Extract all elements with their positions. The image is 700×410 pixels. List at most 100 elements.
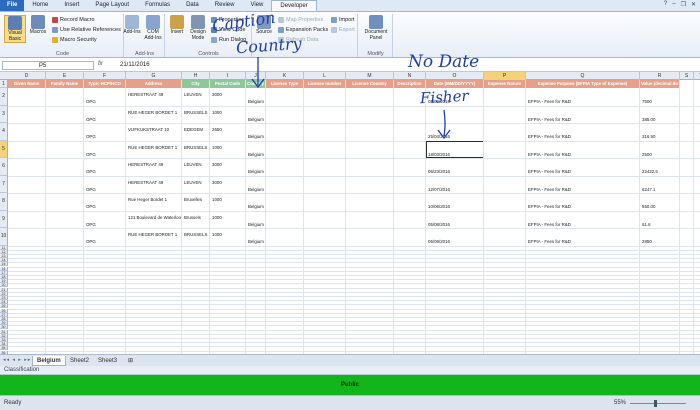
table-cell[interactable]: Brussels: [184, 215, 209, 220]
name-box[interactable]: P5: [2, 61, 94, 70]
table-cell[interactable]: 1000: [212, 232, 245, 237]
row-header[interactable]: 10: [0, 228, 8, 246]
map-properties-button[interactable]: Map Properties: [278, 17, 323, 23]
table-cell[interactable]: EFPIA - Fees for R&D: [528, 187, 639, 192]
table-cell[interactable]: 2650: [212, 127, 245, 132]
table-cell[interactable]: OPG: [86, 117, 125, 122]
header-cell[interactable]: Expense Purpose (EFPIA Type of Expense): [526, 80, 640, 88]
fx-icon[interactable]: fx: [98, 61, 103, 67]
table-cell[interactable]: RUE HEGER BORDET 1: [128, 110, 181, 115]
header-cell[interactable]: Postal Code: [210, 80, 246, 88]
table-cell[interactable]: HERESTRAAT 49: [128, 180, 181, 185]
table-cell[interactable]: 2500: [642, 152, 679, 157]
header-cell[interactable]: License Country: [346, 80, 394, 88]
column-header-m[interactable]: M: [346, 72, 394, 80]
help-icon[interactable]: ?: [664, 1, 667, 8]
column-header-p[interactable]: P: [484, 72, 526, 80]
column-header-o[interactable]: O: [426, 72, 484, 80]
table-cell[interactable]: Belgium: [248, 204, 265, 209]
header-cell[interactable]: Description: [394, 80, 426, 88]
column-header-e[interactable]: E: [46, 72, 84, 80]
header-cell[interactable]: License number: [304, 80, 346, 88]
row-header[interactable]: 3: [0, 105, 8, 123]
table-cell[interactable]: VIJFKUKSTRAAT 10: [128, 127, 181, 132]
table-cell[interactable]: Belgium: [248, 239, 265, 244]
table-cell[interactable]: OPG: [86, 222, 125, 227]
row-header[interactable]: 7: [0, 175, 8, 193]
table-cell[interactable]: RUE HEGER BORDET 1: [128, 232, 181, 237]
table-cell[interactable]: Belgium: [248, 117, 265, 122]
table-cell[interactable]: 61.6: [642, 222, 679, 227]
table-cell[interactable]: 1000: [212, 145, 245, 150]
tab-data[interactable]: Data: [178, 0, 207, 11]
table-cell[interactable]: 3000: [212, 180, 245, 185]
row-header[interactable]: 9: [0, 210, 8, 228]
table-cell[interactable]: 121 Boulevard de Waterloo: [128, 215, 181, 220]
table-cell[interactable]: EFPIA - Fees for R&D: [528, 222, 639, 227]
header-cell[interactable]: Value (decimal do: [640, 80, 680, 88]
column-header-k[interactable]: K: [266, 72, 304, 80]
table-cell[interactable]: Belgium: [248, 222, 265, 227]
table-cell[interactable]: 316.50: [642, 134, 679, 139]
column-header-f[interactable]: F: [84, 72, 126, 80]
close-icon[interactable]: ✕: [691, 1, 696, 8]
header-cell[interactable]: City: [182, 80, 210, 88]
expansion-packs-button[interactable]: Expansion Packs: [278, 27, 328, 33]
column-header-q[interactable]: Q: [526, 72, 640, 80]
export-button[interactable]: Export: [331, 27, 355, 33]
header-cell[interactable]: Expense Nature: [484, 80, 526, 88]
sheet-nav-arrows[interactable]: ◂◂ ◂ ▸ ▸▸: [3, 357, 31, 363]
new-sheet-icon[interactable]: ⊞: [124, 356, 137, 366]
table-cell[interactable]: HERESTRAAT 49: [128, 162, 181, 167]
table-cell[interactable]: EDEGEM: [184, 127, 209, 132]
table-cell[interactable]: 385.00: [642, 117, 679, 122]
column-header-d[interactable]: D: [8, 72, 46, 80]
table-cell[interactable]: OPG: [86, 187, 125, 192]
table-cell[interactable]: 05/08/2016: [428, 222, 483, 227]
tab-review[interactable]: Review: [207, 0, 243, 11]
record-macro-button[interactable]: Record Macro: [52, 17, 95, 23]
row-header[interactable]: 1: [0, 80, 8, 88]
table-cell[interactable]: 10/06/2016: [428, 204, 483, 209]
table-cell[interactable]: OPG: [86, 239, 125, 244]
tab-file[interactable]: File: [0, 0, 25, 11]
table-cell[interactable]: 3000: [212, 92, 245, 97]
table-cell[interactable]: 2850: [642, 239, 679, 244]
table-cell[interactable]: EFPIA - Fees for R&D: [528, 152, 639, 157]
column-header-r[interactable]: R: [640, 72, 680, 80]
column-header-s[interactable]: S: [680, 72, 694, 80]
table-cell[interactable]: HERESTRAAT 49: [128, 92, 181, 97]
column-header-g[interactable]: G: [126, 72, 182, 80]
com-addins-button[interactable]: COM Add-Ins: [142, 15, 164, 41]
import-button[interactable]: Import: [331, 17, 355, 23]
insert-control-button[interactable]: Insert: [166, 15, 188, 36]
restore-icon[interactable]: ❐: [681, 1, 686, 8]
table-cell[interactable]: Belgium: [248, 134, 265, 139]
sheet-tab-sheet2[interactable]: Sheet2: [66, 356, 93, 366]
table-cell[interactable]: Belgium: [248, 152, 265, 157]
tab-formulas[interactable]: Formulas: [137, 0, 178, 11]
table-cell[interactable]: LEUVEN: [184, 92, 209, 97]
macros-button[interactable]: Macros: [27, 15, 49, 36]
column-header-i[interactable]: I: [210, 72, 246, 80]
table-cell[interactable]: 1000: [212, 197, 245, 202]
zoom-slider[interactable]: [630, 403, 686, 404]
header-cell[interactable]: Family Name: [46, 80, 84, 88]
column-header-l[interactable]: L: [304, 72, 346, 80]
column-header-h[interactable]: H: [182, 72, 210, 80]
formula-input[interactable]: 21/11/2016: [120, 61, 150, 69]
row-header[interactable]: 4: [0, 123, 8, 141]
table-cell[interactable]: BRUSSELS: [184, 110, 209, 115]
tab-developer[interactable]: Developer: [271, 0, 317, 11]
addins-button[interactable]: Add-Ins: [121, 15, 143, 36]
table-cell[interactable]: OPG: [86, 204, 125, 209]
table-cell[interactable]: OPG: [86, 169, 125, 174]
table-cell[interactable]: 550.00: [642, 204, 679, 209]
table-cell[interactable]: 1000: [212, 215, 245, 220]
table-cell[interactable]: OPG: [86, 99, 125, 104]
spreadsheet-grid[interactable]: DEFGHIJKLMNOPQRST 1Given NameFamily Name…: [0, 72, 700, 354]
table-cell[interactable]: RUE HEGER BORDET 1: [128, 145, 181, 150]
table-cell[interactable]: EFPIA - Fees for R&D: [528, 117, 639, 122]
visual-basic-button[interactable]: Visual Basic: [4, 15, 26, 43]
table-cell[interactable]: LEUVEN: [184, 162, 209, 167]
